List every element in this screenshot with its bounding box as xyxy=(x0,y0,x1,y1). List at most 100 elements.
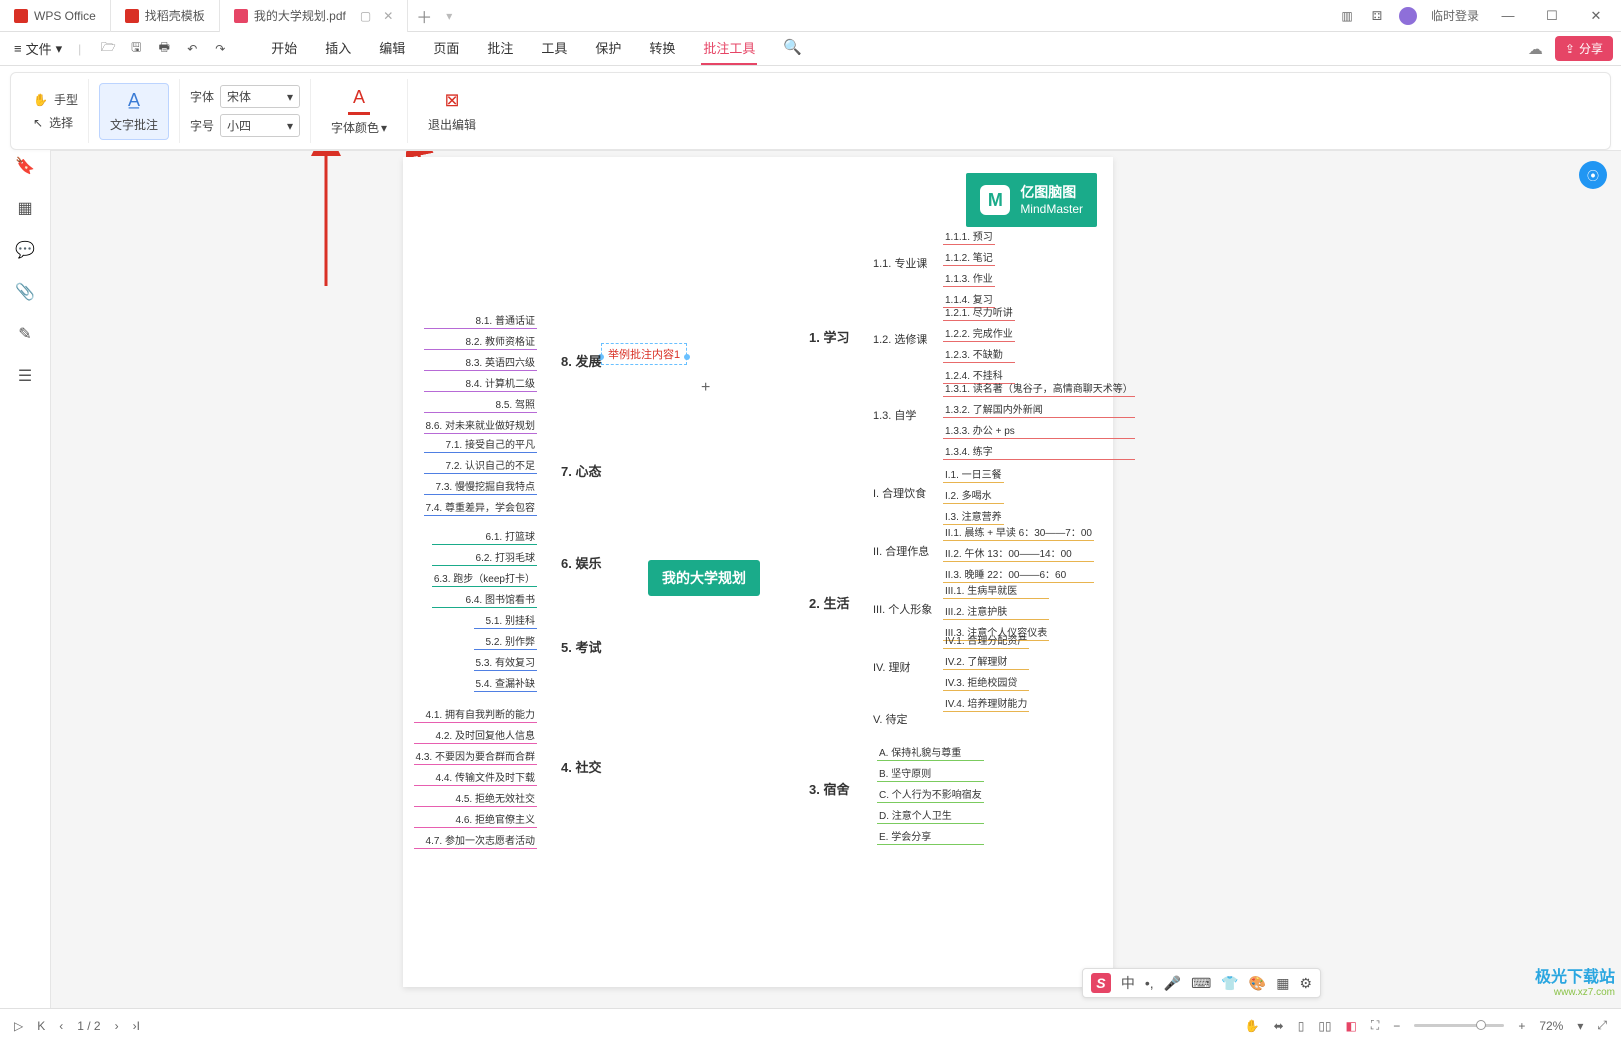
zoom-out-icon[interactable]: − xyxy=(1393,1019,1400,1033)
hand-tool[interactable]: ✋手型 xyxy=(33,91,78,108)
cube-icon[interactable]: ⚃ xyxy=(1369,8,1385,24)
menu-convert[interactable]: 转换 xyxy=(647,32,677,65)
tab-menu-icon[interactable]: ▢ xyxy=(360,9,371,23)
text-annotation-button[interactable]: A̲ 文字批注 xyxy=(99,83,169,140)
single-page-icon[interactable]: ▯ xyxy=(1298,1019,1305,1033)
floating-action-button[interactable]: ⦿ xyxy=(1579,161,1607,189)
ime-keyboard-icon[interactable]: ⌨ xyxy=(1191,975,1211,992)
ribbon: ✋手型 ↖选择 A̲ 文字批注 字体 宋体▾ 字号 小四▾ A 字体颜色▾ ⊠ … xyxy=(10,72,1611,150)
zoom-in-icon[interactable]: + xyxy=(1518,1019,1525,1033)
save-icon[interactable]: 🖫 xyxy=(127,40,145,58)
cloud-icon[interactable]: ☁ xyxy=(1528,40,1543,58)
ime-toolbar[interactable]: S 中 •, 🎤 ⌨ 👕 🎨 ▦ ⚙ xyxy=(1082,968,1321,998)
arrow-annotation-1 xyxy=(306,150,346,296)
ime-toolbox-icon[interactable]: ▦ xyxy=(1276,975,1289,992)
fullscreen-icon[interactable]: ⛶ xyxy=(1371,1018,1379,1033)
ime-punct-icon[interactable]: •, xyxy=(1145,975,1154,991)
tab-document[interactable]: 我的大学规划.pdf ▢ ✕ xyxy=(220,0,408,32)
layers-icon[interactable]: ☰ xyxy=(15,366,35,386)
search-icon[interactable]: 🔍 xyxy=(781,32,804,65)
statusbar: ▷ K ‹ 1 / 2 › ›I ✋ ⬌ ▯ ▯▯ ◧ ⛶ − + 72% ▾ … xyxy=(0,1008,1621,1042)
next-page-icon[interactable]: › xyxy=(115,1019,119,1033)
ime-emoji-icon[interactable]: 👕 xyxy=(1221,975,1238,992)
leaf: 8.3. 英语四六级 xyxy=(424,353,537,371)
ribbon-group-exit: ⊠ 退出编辑 xyxy=(408,79,496,143)
tab-templates[interactable]: 找稻壳模板 xyxy=(111,0,220,32)
menu-edit[interactable]: 编辑 xyxy=(377,32,407,65)
size-select[interactable]: 小四▾ xyxy=(220,114,300,137)
menu-tools[interactable]: 工具 xyxy=(539,32,569,65)
menu-left: ≡ 文件 ▾ | 🗁 🖫 🖶 ↶ ↷ xyxy=(8,35,229,62)
leaf: A. 保持礼貌与尊重 xyxy=(877,743,984,761)
signature-icon[interactable]: ✎ xyxy=(15,324,35,344)
menu-insert[interactable]: 插入 xyxy=(323,32,353,65)
exit-icon: ⊠ xyxy=(441,90,463,112)
menu-annotate-tools[interactable]: 批注工具 xyxy=(701,32,757,65)
menu-comment[interactable]: 批注 xyxy=(485,32,515,65)
leaf: 5.1. 别挂科 xyxy=(474,611,537,629)
select-tool[interactable]: ↖选择 xyxy=(33,114,78,131)
continuous-icon[interactable]: ▯▯ xyxy=(1318,1019,1331,1033)
file-menu[interactable]: ≡ 文件 ▾ xyxy=(8,35,68,62)
leaf: 7.3. 慢慢挖掘自我特点 xyxy=(424,477,537,495)
exit-edit-button[interactable]: ⊠ 退出编辑 xyxy=(418,86,486,137)
tab-wps-office[interactable]: WPS Office xyxy=(0,0,111,32)
mindmap: 我的大学规划 举例批注内容1 8. 发展8.1. 普通话证8.2. 教师资格证8… xyxy=(403,157,1113,987)
leaf: 6.2. 打羽毛球 xyxy=(432,548,537,566)
thumbnail-icon[interactable]: ▦ xyxy=(15,198,35,218)
maximize-button[interactable]: ☐ xyxy=(1537,8,1567,24)
leaf: D. 注意个人卫生 xyxy=(877,806,984,824)
add-tab-button[interactable]: ＋ xyxy=(408,4,440,28)
attachment-icon[interactable]: 📎 xyxy=(15,282,35,302)
ime-voice-icon[interactable]: 🎤 xyxy=(1164,975,1181,992)
first-page-icon[interactable]: ▷ xyxy=(14,1019,23,1033)
leaf: 1.2.2. 完成作业 xyxy=(943,324,1015,342)
menu-protect[interactable]: 保护 xyxy=(593,32,623,65)
leaf-list: 7.1. 接受自己的平凡7.2. 认识自己的不足7.3. 慢慢挖掘自我特点7.4… xyxy=(424,435,537,516)
leaf: 5.3. 有效复习 xyxy=(474,653,537,671)
hand-view-icon[interactable]: ✋ xyxy=(1245,1019,1260,1033)
comment-icon[interactable]: 💬 xyxy=(15,240,35,260)
minimize-button[interactable]: — xyxy=(1493,8,1523,23)
ime-settings-icon[interactable]: ⚙ xyxy=(1299,975,1312,992)
menu-page[interactable]: 页面 xyxy=(431,32,461,65)
bookmark-icon[interactable]: 🔖 xyxy=(15,156,35,176)
tools-icon[interactable]: ◧ xyxy=(1346,1019,1357,1033)
last-icon[interactable]: ›I xyxy=(133,1019,140,1033)
undo-icon[interactable]: ↶ xyxy=(183,40,201,58)
leaf-list: IV.1. 合理分配资产IV.2. 了解理财IV.3. 拒绝校园贷IV.4. 培… xyxy=(943,631,1029,712)
zoom-slider[interactable] xyxy=(1414,1024,1504,1027)
font-color-icon: A xyxy=(348,86,370,108)
leaf: 6.3. 跑步（keep打卡） xyxy=(432,569,537,587)
layout-icon[interactable]: ▥ xyxy=(1339,8,1355,24)
zoom-dropdown-icon[interactable]: ▾ xyxy=(1577,1019,1583,1033)
fit-width-icon[interactable]: ⬌ xyxy=(1274,1019,1284,1033)
prev-page-icon[interactable]: ‹ xyxy=(59,1019,63,1033)
annotation-textbox[interactable]: 举例批注内容1 xyxy=(601,343,687,365)
login-label[interactable]: 临时登录 xyxy=(1431,7,1479,24)
font-color-button[interactable]: A 字体颜色▾ xyxy=(321,82,397,140)
close-button[interactable]: ✕ xyxy=(1581,8,1611,24)
share-button[interactable]: ⇪ 分享 xyxy=(1555,36,1613,61)
share-icon: ⇪ xyxy=(1565,42,1575,56)
tab-dropdown-icon[interactable]: ▾ xyxy=(446,9,452,23)
leaf: 1.3.3. 办公 + ps xyxy=(943,421,1135,439)
ime-skin-icon[interactable]: 🎨 xyxy=(1249,975,1266,992)
redo-icon[interactable]: ↷ xyxy=(211,40,229,58)
pdf-page: M 亿图脑图 MindMaster 我的大学规划 举例批注内容1 8. 发展8.… xyxy=(403,157,1113,987)
print-icon[interactable]: 🖶 xyxy=(155,40,173,58)
document-area[interactable]: ⦿ M 亿图脑图 MindMaster 我的大学规划 举例批注内容1 8. 发展… xyxy=(50,150,1621,1008)
avatar[interactable] xyxy=(1399,7,1417,25)
sub-label: II. 合理作息 xyxy=(873,543,929,559)
first-icon[interactable]: K xyxy=(37,1019,45,1033)
ribbon-group-color: A 字体颜色▾ xyxy=(311,79,408,143)
menu-start[interactable]: 开始 xyxy=(269,32,299,65)
ime-lang[interactable]: 中 xyxy=(1121,973,1135,993)
expand-icon[interactable]: ⤢ xyxy=(1597,1018,1607,1033)
open-icon[interactable]: 🗁 xyxy=(99,40,117,58)
page-indicator[interactable]: 1 / 2 xyxy=(77,1019,100,1033)
font-select[interactable]: 宋体▾ xyxy=(220,85,300,108)
close-icon[interactable]: ✕ xyxy=(383,9,393,23)
zoom-value[interactable]: 72% xyxy=(1539,1019,1563,1033)
branch-label: 4. 社交 xyxy=(561,757,601,776)
